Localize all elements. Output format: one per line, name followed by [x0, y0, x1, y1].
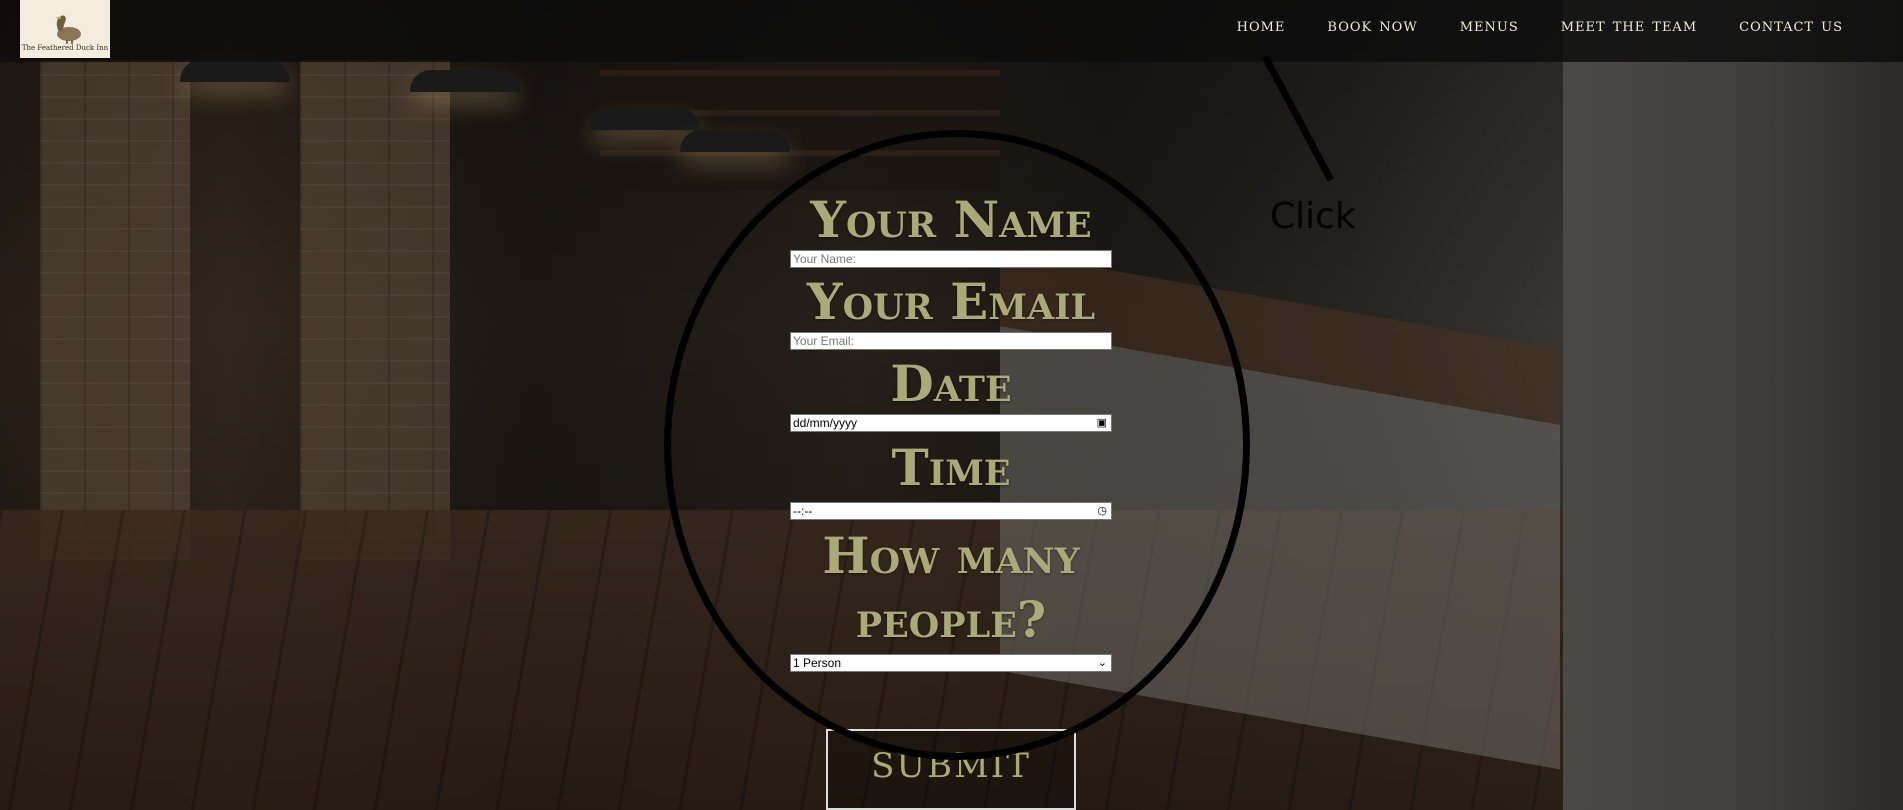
duck-icon: [55, 15, 81, 44]
nav-home[interactable]: HOME: [1237, 14, 1286, 36]
main-nav: HOME BOOK NOW MENUS MEET THE TEAM CONTAC…: [1195, 14, 1843, 36]
concrete-wall: [1563, 0, 1903, 810]
annotation-click-label: Click: [1270, 196, 1356, 237]
pendant-lamp: [180, 60, 290, 82]
nav-book-now[interactable]: BOOK NOW: [1327, 14, 1417, 36]
site-logo[interactable]: The Feathered Duck Inn: [20, 0, 110, 58]
pendant-lamp: [680, 130, 790, 152]
logo-text: The Feathered Duck Inn: [21, 44, 109, 52]
pendant-lamp: [410, 70, 520, 92]
brick-pillar: [300, 60, 450, 560]
nav-contact-us[interactable]: CONTACT US: [1739, 14, 1843, 36]
brick-pillar: [40, 60, 190, 560]
pendant-lamp: [590, 108, 700, 130]
site-header: The Feathered Duck Inn HOME BOOK NOW MEN…: [0, 0, 1903, 62]
nav-menus[interactable]: MENUS: [1460, 14, 1519, 36]
nav-meet-the-team[interactable]: MEET THE TEAM: [1561, 14, 1697, 36]
annotation-circle: [664, 130, 1250, 760]
